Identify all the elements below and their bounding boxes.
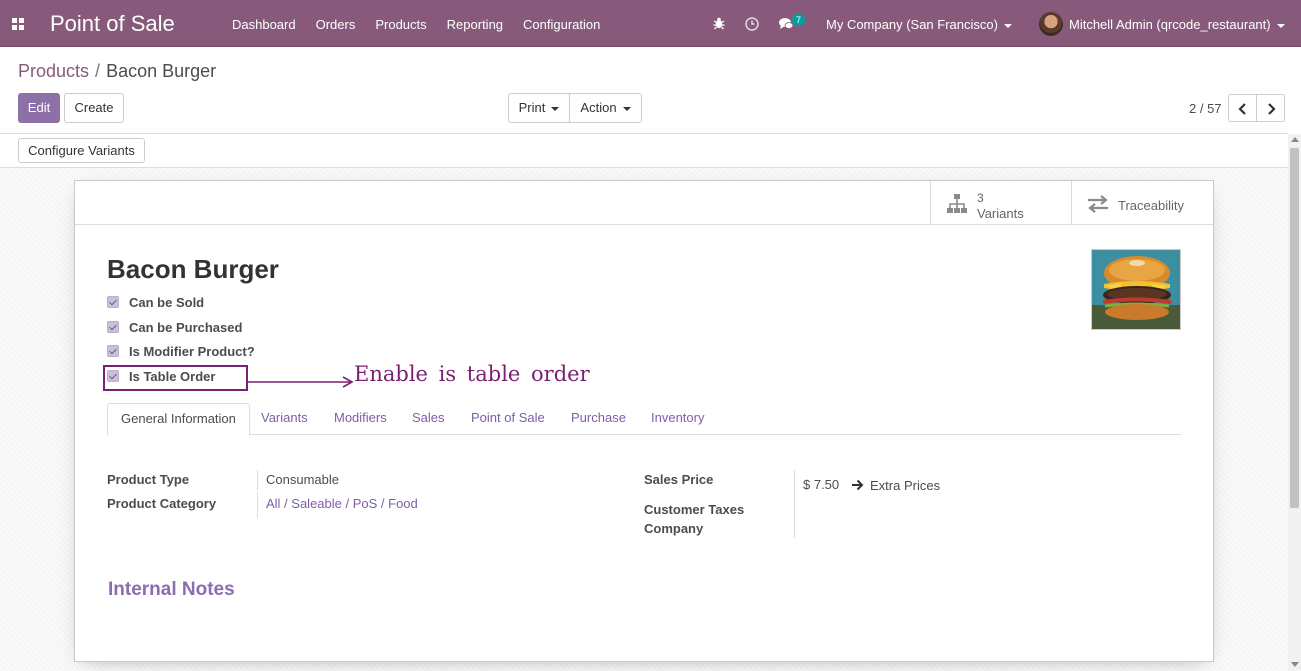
app-title[interactable]: Point of Sale bbox=[50, 11, 175, 37]
print-dropdown[interactable]: Print bbox=[508, 93, 570, 123]
extra-prices-button[interactable]: Extra Prices bbox=[870, 478, 940, 493]
main-menu: Dashboard Orders Products Reporting Conf… bbox=[222, 17, 610, 32]
scrollbar-thumb[interactable] bbox=[1290, 148, 1299, 508]
internal-notes-title: Internal Notes bbox=[108, 579, 235, 600]
annotation-text: Enable is table order bbox=[354, 362, 590, 386]
burger-image bbox=[1092, 250, 1180, 329]
sales-price-label: Sales Price bbox=[644, 472, 714, 487]
is-modifier-product-label: Is Modifier Product? bbox=[129, 343, 255, 359]
action-dropdown[interactable]: Action bbox=[569, 93, 642, 123]
user-menu[interactable]: Mitchell Admin (qrcode_restaurant) bbox=[1069, 17, 1285, 32]
sitemap-icon bbox=[947, 194, 967, 213]
can-be-sold-checkbox[interactable] bbox=[107, 296, 119, 308]
annotation-highlight-box bbox=[103, 365, 248, 391]
field-divider bbox=[257, 492, 258, 518]
pager-next-button[interactable] bbox=[1256, 94, 1285, 122]
customer-taxes-label: Customer Taxes bbox=[644, 502, 745, 517]
product-image[interactable] bbox=[1091, 249, 1181, 330]
form-tabs: General Information Variants Modifiers S… bbox=[107, 403, 1181, 436]
breadcrumb-separator: / bbox=[95, 61, 101, 81]
product-name: Bacon Burger bbox=[107, 254, 279, 284]
can-be-sold-row: Can be Sold bbox=[107, 293, 204, 311]
traceability-smart-button[interactable]: Traceability bbox=[1071, 181, 1213, 225]
traceability-label: Traceability bbox=[1118, 198, 1184, 213]
product-category-label: Product Category bbox=[107, 496, 217, 511]
annotation-arrow-icon bbox=[248, 376, 354, 388]
avatar[interactable] bbox=[1039, 12, 1063, 36]
tab-inventory[interactable]: Inventory bbox=[638, 403, 717, 435]
chevron-left-icon bbox=[1237, 103, 1246, 115]
form-sheet: 3 Variants Traceability Bacon Burger Can… bbox=[74, 180, 1214, 662]
is-modifier-product-checkbox[interactable] bbox=[107, 345, 119, 357]
apps-menu-icon[interactable] bbox=[12, 18, 24, 30]
product-type-label: Product Type bbox=[107, 472, 190, 487]
product-type-value: Consumable bbox=[266, 472, 339, 487]
tab-general-information[interactable]: General Information bbox=[107, 403, 250, 436]
scroll-down-arrow-icon[interactable] bbox=[1291, 662, 1299, 667]
company-switcher[interactable]: My Company (San Francisco) bbox=[826, 17, 1012, 32]
menu-configuration[interactable]: Configuration bbox=[513, 17, 610, 32]
chevron-right-icon bbox=[1267, 103, 1276, 115]
breadcrumb-current: Bacon Burger bbox=[106, 61, 217, 81]
menu-products[interactable]: Products bbox=[365, 17, 436, 32]
variants-count: 3 bbox=[977, 191, 984, 205]
can-be-purchased-row: Can be Purchased bbox=[107, 318, 242, 336]
bug-icon[interactable] bbox=[711, 15, 727, 31]
pager-value[interactable]: 2 / 57 bbox=[1189, 101, 1222, 116]
chevron-down-icon bbox=[1276, 23, 1285, 28]
chevron-down-icon bbox=[1003, 23, 1012, 28]
top-navbar: Point of Sale Dashboard Orders Products … bbox=[0, 0, 1301, 47]
print-label: Print bbox=[518, 100, 546, 115]
action-label: Action bbox=[580, 100, 617, 115]
menu-orders[interactable]: Orders bbox=[306, 17, 366, 32]
variants-smart-button[interactable]: 3 Variants bbox=[930, 181, 1072, 225]
breadcrumb-products-link[interactable]: Products bbox=[18, 61, 89, 81]
variants-label: Variants bbox=[977, 206, 1024, 221]
breadcrumb: Products / Bacon Burger bbox=[18, 61, 216, 82]
can-be-purchased-checkbox[interactable] bbox=[107, 321, 119, 333]
edit-button[interactable]: Edit bbox=[18, 93, 60, 123]
chevron-down-icon bbox=[551, 106, 560, 111]
user-name: Mitchell Admin (qrcode_restaurant) bbox=[1069, 17, 1271, 32]
tab-purchase[interactable]: Purchase bbox=[558, 403, 639, 435]
can-be-purchased-label: Can be Purchased bbox=[129, 319, 243, 335]
pager-previous-button[interactable] bbox=[1228, 94, 1257, 122]
sales-price-value: $ 7.50 bbox=[803, 477, 840, 492]
configure-variants-button[interactable]: Configure Variants bbox=[18, 138, 145, 163]
tab-modifiers[interactable]: Modifiers bbox=[321, 403, 400, 435]
menu-reporting[interactable]: Reporting bbox=[437, 17, 513, 32]
tab-sales[interactable]: Sales bbox=[399, 403, 458, 435]
menu-dashboard[interactable]: Dashboard bbox=[222, 17, 306, 32]
company-name: My Company (San Francisco) bbox=[826, 17, 998, 32]
company-label: Company bbox=[644, 521, 704, 536]
product-category-link[interactable]: All / Saleable / PoS / Food bbox=[266, 496, 418, 511]
smart-button-box: 3 Variants Traceability bbox=[75, 181, 1213, 225]
field-divider bbox=[257, 470, 258, 490]
control-panel-divider bbox=[0, 133, 1288, 134]
tab-point-of-sale[interactable]: Point of Sale bbox=[458, 403, 558, 435]
exchange-icon bbox=[1088, 195, 1108, 213]
is-modifier-product-row: Is Modifier Product? bbox=[107, 342, 255, 360]
chat-count-badge: 7 bbox=[792, 14, 806, 26]
can-be-sold-label: Can be Sold bbox=[129, 294, 205, 310]
chevron-down-icon bbox=[622, 106, 631, 111]
scroll-up-arrow-icon[interactable] bbox=[1291, 137, 1299, 142]
tab-variants[interactable]: Variants bbox=[248, 403, 321, 435]
arrow-right-icon bbox=[852, 479, 864, 491]
field-divider bbox=[794, 470, 795, 538]
clock-icon[interactable] bbox=[744, 16, 760, 32]
create-button[interactable]: Create bbox=[64, 93, 124, 123]
